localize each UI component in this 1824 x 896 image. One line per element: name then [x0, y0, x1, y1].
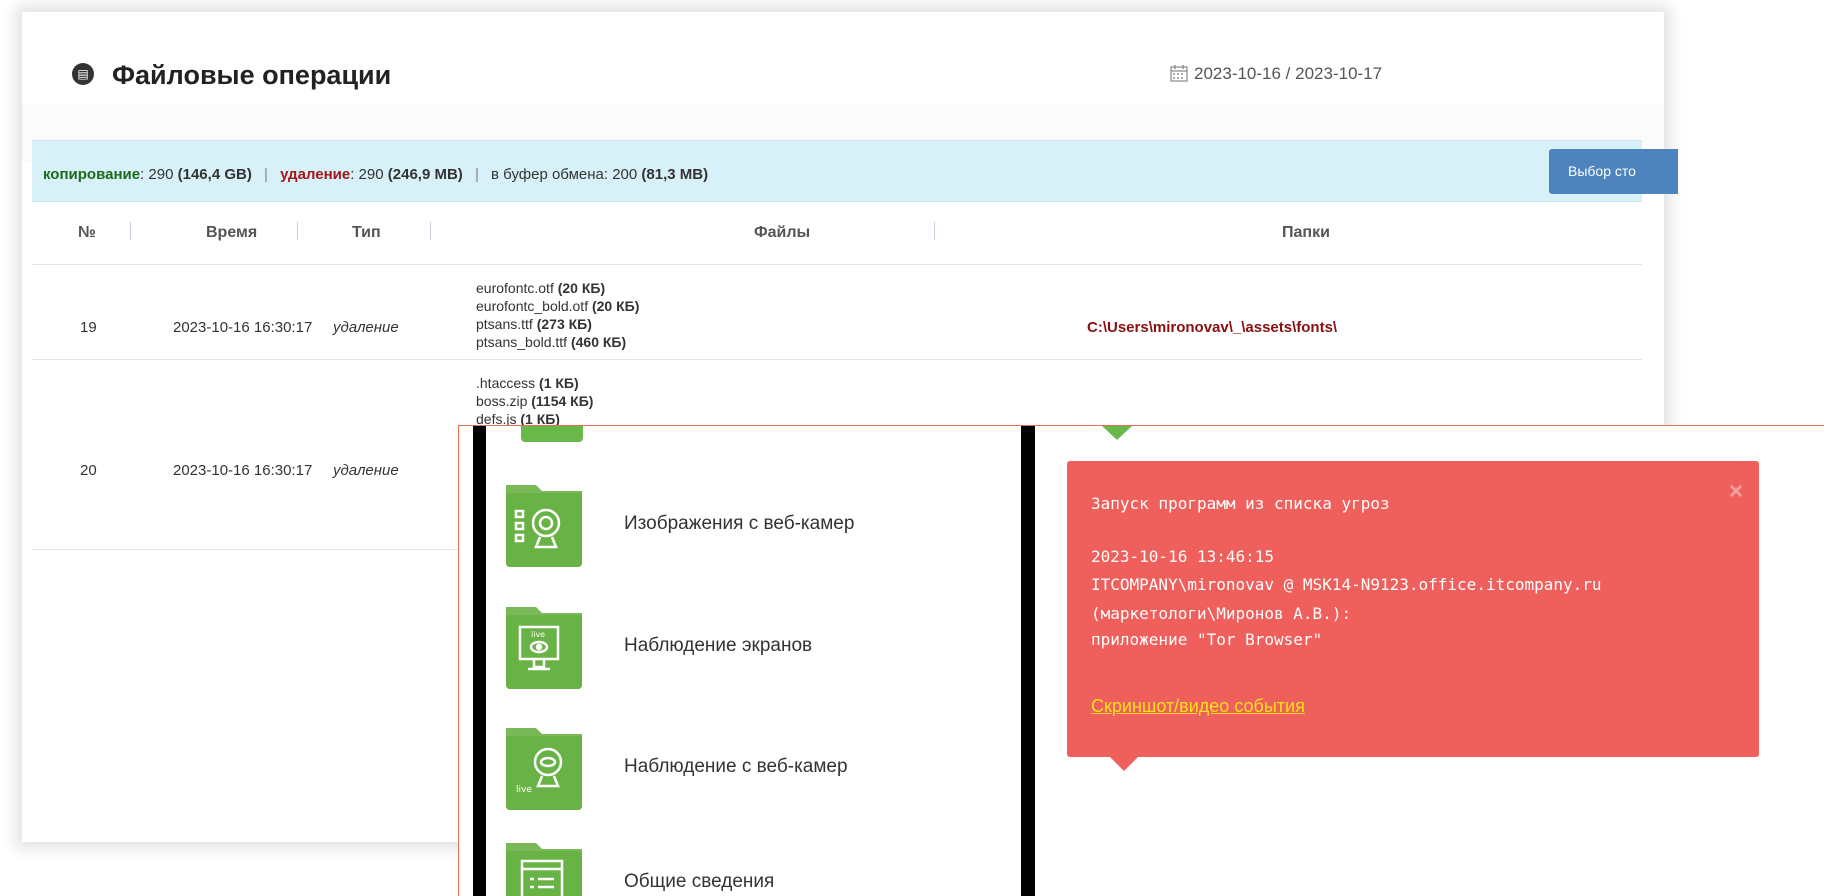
alert-user: ITCOMPANY\mironovav @ MSK14-N9123.office…	[1091, 575, 1602, 594]
stat-separator: |	[474, 166, 479, 183]
columns-select-button[interactable]: Выбор сто	[1549, 149, 1678, 194]
table-header: № Время Тип Файлы Папки	[32, 200, 1642, 265]
date-range[interactable]: 2023-10-16 / 2023-10-17	[1194, 64, 1382, 84]
row-time: 2023-10-16 16:30:17	[173, 319, 313, 336]
stat-delete-label: удаление	[280, 166, 351, 183]
menu-item-webcam-images[interactable]: Изображения с веб-камер	[504, 481, 1004, 576]
row-type: удаление	[333, 319, 399, 336]
stat-clipboard-count: : 200	[603, 166, 638, 183]
column-divider	[430, 222, 431, 240]
screenshot-video-link[interactable]: Скриншот/видео события	[1091, 696, 1305, 717]
stat-delete-size: (246,9 MB)	[387, 166, 463, 183]
column-divider	[130, 222, 131, 240]
stat-delete-count: : 290	[350, 166, 384, 183]
general-info-icon	[506, 843, 582, 896]
file-entry: eurofontc.otf (20 КБ)	[476, 279, 639, 297]
file-size: (20 КБ)	[557, 280, 606, 296]
file-size: (1 КБ)	[539, 375, 579, 391]
file-name: .htaccess	[476, 375, 536, 391]
svg-text:live: live	[531, 630, 545, 639]
menu-item-label: Общие сведения	[624, 871, 775, 892]
column-divider	[934, 222, 935, 240]
file-size: (20 КБ)	[591, 298, 640, 314]
row-num: 19	[80, 319, 97, 336]
row-folder: C:\Users\mironovav\_\assets\fonts\	[1087, 319, 1338, 336]
file-entry: eurofontc_bold.otf (20 КБ)	[476, 297, 639, 315]
alert-application: приложение "Tor Browser"	[1091, 630, 1323, 649]
file-entry: .htaccess (1 КБ)	[476, 374, 593, 392]
column-header-time[interactable]: Время	[206, 224, 257, 242]
calendar-icon[interactable]	[1170, 65, 1188, 82]
file-name: ptsans.ttf	[476, 316, 533, 332]
menu-item-label: Наблюдение с веб-камер	[624, 756, 848, 777]
live-webcam-icon: live	[506, 728, 582, 810]
file-name: ptsans_bold.ttf	[476, 334, 568, 350]
row-num: 20	[80, 462, 97, 479]
stat-copy-count: : 290	[140, 166, 174, 183]
stat-clipboard-label: в буфер обмена	[491, 166, 604, 183]
column-header-type[interactable]: Тип	[352, 224, 381, 242]
webcam-images-icon	[506, 485, 582, 567]
menu-tile-partial[interactable]	[521, 426, 583, 442]
file-size: (460 КБ)	[570, 334, 627, 350]
window-frame-right	[1021, 426, 1035, 896]
menu-item-label: Изображения с веб-камер	[624, 513, 855, 534]
stat-copy-label: копирование	[43, 166, 141, 183]
row-time: 2023-10-16 16:30:17	[173, 462, 313, 479]
file-entry: boss.zip (1154 КБ)	[476, 392, 593, 410]
file-entry: ptsans.ttf (273 КБ)	[476, 315, 639, 333]
stat-copy-size: (146,4 GB)	[177, 166, 252, 183]
alert-group: (маркетологи\Миронов А.В.):	[1091, 604, 1352, 623]
window-frame-left	[473, 426, 486, 896]
column-header-files[interactable]: Файлы	[754, 224, 810, 242]
column-header-num[interactable]: №	[78, 224, 96, 242]
alert-timestamp: 2023-10-16 13:46:15	[1091, 547, 1275, 566]
file-size: (1154 КБ)	[531, 393, 594, 409]
table-row[interactable]: 19 2023-10-16 16:30:17 удаление eurofont…	[32, 264, 1642, 360]
pointer-notch	[1102, 426, 1132, 440]
row-type: удаление	[333, 462, 399, 479]
file-entry: ptsans_bold.ttf (460 КБ)	[476, 333, 639, 351]
stat-clipboard-size: (81,3 MB)	[641, 166, 709, 183]
row-files: .htaccess (1 КБ) boss.zip (1154 КБ) defs…	[476, 374, 593, 428]
column-divider	[297, 222, 298, 240]
menu-item-screen-monitoring[interactable]: live Наблюдение экранов	[504, 603, 1004, 698]
file-name: boss.zip	[476, 393, 528, 409]
file-size: (273 КБ)	[536, 316, 592, 332]
document-icon: ▤	[72, 63, 94, 85]
menu-item-webcam-monitoring[interactable]: live Наблюдение с веб-камер	[504, 724, 1004, 819]
monitoring-window: Изображения с веб-камер live Наблюдение …	[458, 425, 1824, 896]
stat-separator: |	[264, 166, 268, 183]
row-files: eurofontc.otf (20 КБ) eurofontc_bold.otf…	[476, 279, 639, 351]
file-name: eurofontc.otf	[476, 280, 554, 296]
file-name: eurofontc_bold.otf	[476, 298, 589, 314]
page-title: Файловые операции	[112, 60, 392, 90]
alert-title: Запуск программ из списка угроз	[1091, 494, 1390, 513]
alert-pointer	[1110, 757, 1138, 771]
svg-text:live: live	[516, 785, 532, 795]
column-header-folders[interactable]: Папки	[1282, 224, 1330, 242]
close-icon[interactable]: ×	[1729, 478, 1743, 506]
menu-item-general-info[interactable]: Общие сведения	[504, 839, 1004, 896]
threat-alert: × Запуск программ из списка угроз 2023-1…	[1067, 461, 1759, 757]
live-screen-icon: live	[506, 607, 582, 689]
stats-summary: копирование: 290 (146,4 GB) | удаление: …	[43, 166, 708, 183]
menu-item-label: Наблюдение экранов	[624, 635, 813, 656]
